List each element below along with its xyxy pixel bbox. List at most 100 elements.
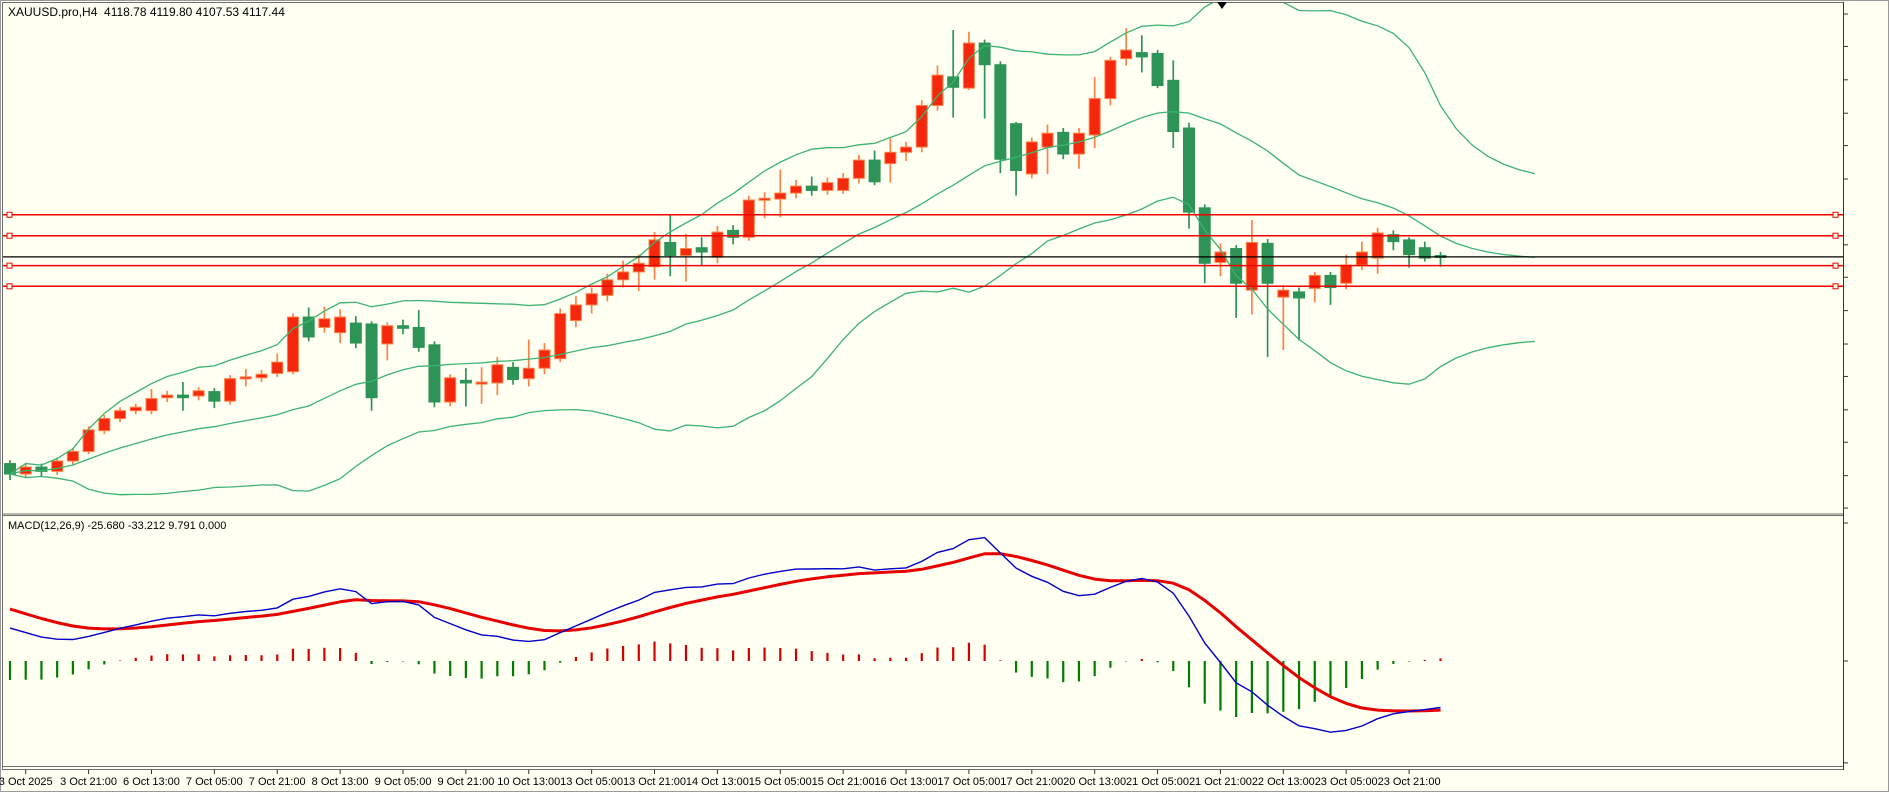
candle xyxy=(272,353,283,376)
candle xyxy=(1419,242,1430,262)
line-anchor-handle[interactable] xyxy=(7,263,12,268)
chart-shift-marker-icon[interactable] xyxy=(1217,2,1227,9)
candle xyxy=(838,173,849,194)
candle xyxy=(256,370,267,382)
candle xyxy=(1404,237,1415,267)
candle xyxy=(287,314,298,375)
candle xyxy=(508,362,519,385)
candle xyxy=(366,321,377,410)
candle xyxy=(869,151,880,186)
candle xyxy=(995,61,1006,173)
candle xyxy=(1199,204,1210,283)
window-border xyxy=(1,1,1889,792)
candle xyxy=(398,320,409,335)
macd-signal-line xyxy=(10,554,1441,711)
candle xyxy=(1231,245,1242,318)
price-axis[interactable]: 4397.504360.104321.604283.104245.704207.… xyxy=(1844,0,1889,770)
candle xyxy=(1309,272,1320,302)
horizontal-price-line[interactable] xyxy=(3,284,1843,289)
candle xyxy=(775,170,786,218)
candle xyxy=(948,30,959,118)
candle xyxy=(476,367,487,403)
candle xyxy=(83,426,94,454)
candle xyxy=(885,138,896,182)
candle xyxy=(225,375,236,404)
candle xyxy=(1325,272,1336,305)
candle xyxy=(335,309,346,343)
candle xyxy=(539,343,550,374)
candle xyxy=(429,341,440,407)
candle xyxy=(963,32,974,90)
candle xyxy=(1372,228,1383,274)
candle xyxy=(1058,128,1069,159)
candle xyxy=(901,142,912,161)
candle xyxy=(1184,123,1195,229)
candle xyxy=(1026,138,1037,179)
candle xyxy=(853,155,864,184)
candle xyxy=(5,460,16,480)
horizontal-price-line[interactable] xyxy=(3,212,1843,217)
candle xyxy=(743,196,754,241)
candle xyxy=(1246,220,1257,315)
macd-panel[interactable] xyxy=(10,538,1441,733)
line-anchor-handle[interactable] xyxy=(7,284,12,289)
line-anchor-handle[interactable] xyxy=(1833,263,1838,268)
candle xyxy=(791,180,802,198)
candle xyxy=(382,322,393,360)
line-anchor-handle[interactable] xyxy=(1833,284,1838,289)
time-tick-label: 23 Oct 21:00 xyxy=(1361,776,1457,788)
candle xyxy=(712,226,723,263)
candle xyxy=(1294,288,1305,341)
candle xyxy=(665,215,676,277)
candle xyxy=(696,237,707,266)
bollinger-upper-band xyxy=(10,0,1535,474)
candle xyxy=(932,66,943,111)
line-anchor-handle[interactable] xyxy=(7,212,12,217)
line-anchor-handle[interactable] xyxy=(1833,212,1838,217)
candle xyxy=(130,404,141,414)
main-panel-border xyxy=(3,3,1844,515)
candle xyxy=(1152,50,1163,88)
horizontal-price-line[interactable] xyxy=(3,233,1843,238)
candle xyxy=(916,100,927,152)
macd-main-line xyxy=(10,538,1441,733)
candle xyxy=(586,288,597,314)
candle xyxy=(570,296,581,327)
candle xyxy=(523,340,534,387)
candle xyxy=(1073,128,1084,169)
candle xyxy=(1388,230,1399,250)
candle xyxy=(1435,252,1446,267)
horizontal-price-line[interactable] xyxy=(3,263,1843,268)
candle xyxy=(193,387,204,400)
candle xyxy=(1121,28,1132,65)
mt4-chart-window: XAUUSD.pro,H4 4118.78 4119.80 4107.53 41… xyxy=(0,0,1889,792)
candle xyxy=(1215,243,1226,276)
candle xyxy=(1105,57,1116,106)
line-anchor-handle[interactable] xyxy=(1833,233,1838,238)
candle xyxy=(209,388,220,408)
candle xyxy=(822,177,833,194)
line-anchor-handle[interactable] xyxy=(7,233,12,238)
candle xyxy=(146,389,157,414)
candle xyxy=(979,40,990,119)
bollinger-lower-band xyxy=(10,197,1535,494)
candle xyxy=(680,234,691,282)
candle xyxy=(728,225,739,244)
price-panel[interactable] xyxy=(3,0,1843,495)
candle xyxy=(1136,35,1147,72)
candle xyxy=(350,316,361,348)
candle xyxy=(1341,255,1352,290)
time-axis[interactable]: 3 Oct 20253 Oct 21:006 Oct 13:007 Oct 05… xyxy=(0,770,1889,792)
candle xyxy=(1278,285,1289,350)
candle xyxy=(240,369,251,386)
candle xyxy=(445,374,456,406)
candle xyxy=(115,407,126,422)
candle xyxy=(460,368,471,406)
chart-canvas[interactable] xyxy=(0,0,1889,792)
chart-title: XAUUSD.pro,H4 4118.78 4119.80 4107.53 41… xyxy=(8,5,285,19)
candle xyxy=(177,382,188,411)
candle xyxy=(806,177,817,196)
candle xyxy=(602,274,613,302)
candle xyxy=(413,310,424,352)
macd-indicator-label: MACD(12,26,9) -25.680 -33.212 9.791 0.00… xyxy=(8,520,226,532)
